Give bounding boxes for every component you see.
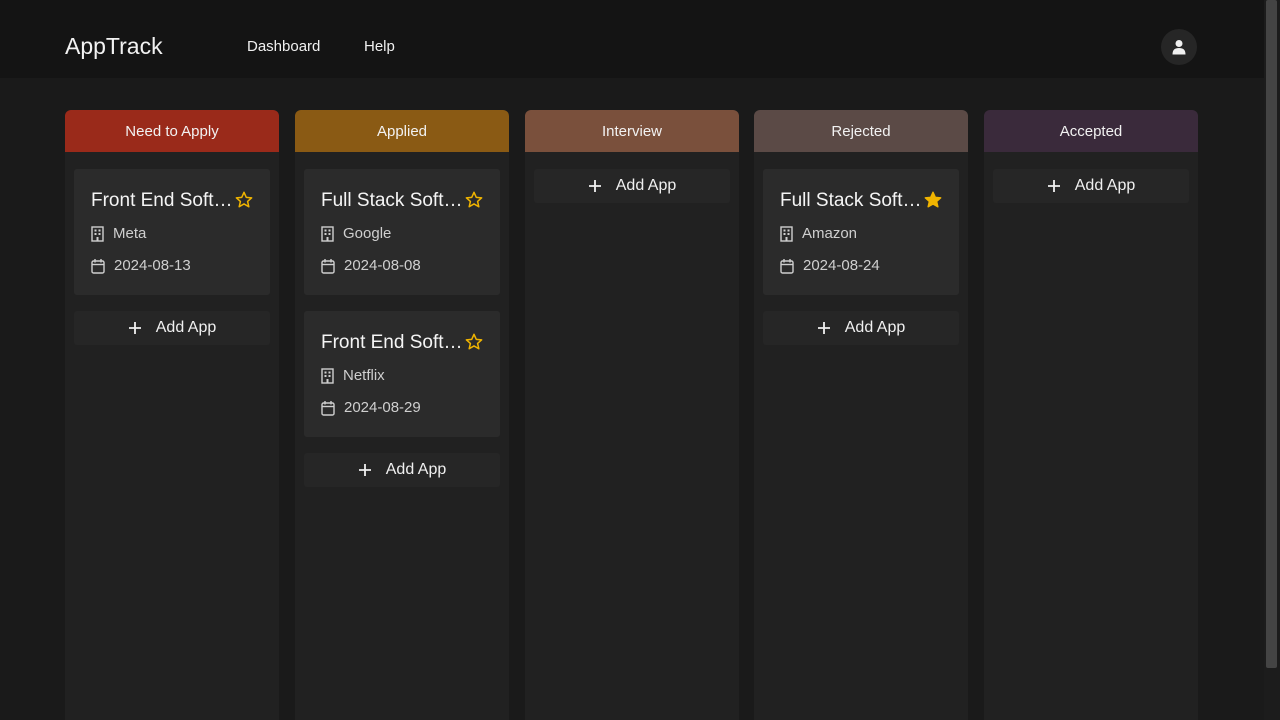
building-icon bbox=[321, 367, 334, 384]
card-company: Netflix bbox=[343, 367, 385, 384]
star-outline-icon[interactable] bbox=[234, 190, 254, 210]
column-title: Applied bbox=[376, 122, 428, 140]
card-title: Front End Software Engineer bbox=[321, 332, 463, 353]
top-navbar: AppTrack Dashboard Help bbox=[0, 0, 1264, 78]
scrollbar-thumb[interactable] bbox=[1266, 0, 1277, 668]
column-applied: Applied Full Stack Software Engineer Goo… bbox=[295, 110, 509, 720]
column-header: Interview bbox=[525, 110, 739, 152]
building-icon bbox=[780, 225, 793, 242]
add-app-label: Add App bbox=[844, 319, 906, 336]
application-card[interactable]: Full Stack Software Engineer Google bbox=[304, 169, 500, 295]
column-rejected: Rejected Full Stack Software Engineer Am… bbox=[754, 110, 968, 720]
calendar-icon bbox=[91, 258, 105, 274]
column-header: Rejected bbox=[754, 110, 968, 152]
column-need-to-apply: Need to Apply Front End Software Enginee… bbox=[65, 110, 279, 720]
calendar-icon bbox=[321, 400, 335, 416]
building-icon bbox=[91, 225, 104, 242]
column-title: Rejected bbox=[831, 122, 891, 140]
column-title: Interview bbox=[601, 122, 663, 140]
column-accepted: Accepted Add App bbox=[984, 110, 1198, 720]
application-card[interactable]: Full Stack Software Engineer Amazon bbox=[763, 169, 959, 295]
application-card[interactable]: Front End Software Engineer Meta bbox=[74, 169, 270, 295]
column-title: Accepted bbox=[1059, 122, 1123, 140]
star-outline-icon[interactable] bbox=[464, 190, 484, 210]
column-header: Need to Apply bbox=[65, 110, 279, 152]
card-company: Meta bbox=[113, 225, 147, 242]
card-company: Google bbox=[343, 225, 392, 242]
star-outline-icon[interactable] bbox=[464, 332, 484, 352]
column-title: Need to Apply bbox=[125, 122, 219, 140]
card-date: 2024-08-24 bbox=[803, 257, 880, 274]
plus-icon bbox=[1047, 179, 1061, 193]
user-icon bbox=[1172, 40, 1186, 55]
add-app-button[interactable]: Add App bbox=[74, 311, 270, 345]
app-brand[interactable]: AppTrack bbox=[65, 33, 163, 60]
add-app-label: Add App bbox=[615, 177, 677, 194]
plus-icon bbox=[817, 321, 831, 335]
column-header: Applied bbox=[295, 110, 509, 152]
plus-icon bbox=[358, 463, 372, 477]
add-app-label: Add App bbox=[1074, 177, 1136, 194]
card-date: 2024-08-08 bbox=[344, 257, 421, 274]
calendar-icon bbox=[780, 258, 794, 274]
add-app-button[interactable]: Add App bbox=[534, 169, 730, 203]
profile-avatar-button[interactable] bbox=[1161, 29, 1197, 65]
calendar-icon bbox=[321, 258, 335, 274]
card-title: Front End Software Engineer bbox=[91, 190, 233, 211]
add-app-button[interactable]: Add App bbox=[763, 311, 959, 345]
card-date: 2024-08-29 bbox=[344, 399, 421, 416]
nav-dashboard-link[interactable]: Dashboard bbox=[247, 38, 320, 55]
column-header: Accepted bbox=[984, 110, 1198, 152]
application-card[interactable]: Front End Software Engineer Netflix bbox=[304, 311, 500, 437]
plus-icon bbox=[588, 179, 602, 193]
card-date: 2024-08-13 bbox=[114, 257, 191, 274]
building-icon bbox=[321, 225, 334, 242]
star-filled-icon[interactable] bbox=[923, 190, 943, 210]
nav-help-link[interactable]: Help bbox=[364, 38, 395, 55]
add-app-label: Add App bbox=[385, 461, 447, 478]
add-app-label: Add App bbox=[155, 319, 217, 336]
card-company: Amazon bbox=[802, 225, 858, 242]
column-interview: Interview Add App bbox=[525, 110, 739, 720]
add-app-button[interactable]: Add App bbox=[993, 169, 1189, 203]
add-app-button[interactable]: Add App bbox=[304, 453, 500, 487]
card-title: Full Stack Software Engineer bbox=[321, 190, 463, 211]
card-title: Full Stack Software Engineer bbox=[780, 190, 922, 211]
plus-icon bbox=[128, 321, 142, 335]
